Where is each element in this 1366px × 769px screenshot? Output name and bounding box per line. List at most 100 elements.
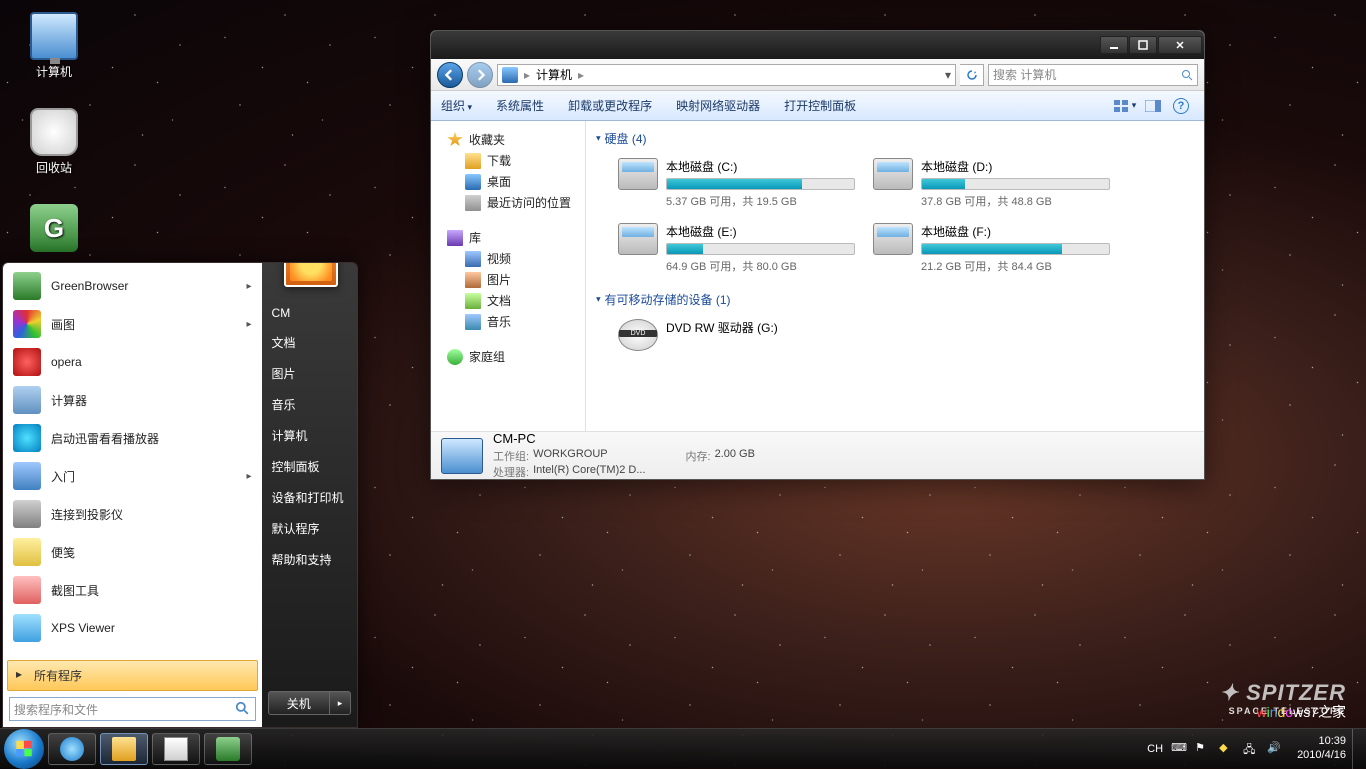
start-place-link[interactable]: 计算机	[262, 420, 357, 451]
libraries-header[interactable]: 库	[435, 227, 581, 248]
start-place-link[interactable]: 设备和打印机	[262, 482, 357, 513]
start-program-item[interactable]: 计算器	[7, 381, 258, 419]
shutdown-options-arrow[interactable]: ▸	[330, 698, 350, 709]
start-place-link[interactable]: 帮助和支持	[262, 544, 357, 575]
breadcrumb-sep-icon: ▸	[524, 68, 530, 82]
nav-music[interactable]: 音乐	[435, 311, 581, 332]
clock-date: 2010/4/16	[1297, 749, 1346, 762]
nav-recent[interactable]: 最近访问的位置	[435, 192, 581, 213]
section-header-hdd[interactable]: 硬盘 (4)	[596, 127, 1194, 150]
desktop-icon-computer[interactable]: 计算机	[16, 12, 92, 80]
taskbar: CH ⌨ ⚑ ◆ 🖧 🔊 10:39 2010/4/16	[0, 728, 1366, 768]
window-titlebar[interactable]	[431, 31, 1204, 59]
start-place-link[interactable]: CM	[262, 299, 357, 327]
drive-item[interactable]: 本地磁盘 (F:) 21.2 GB 可用，共 84.4 GB	[869, 219, 1114, 278]
start-button[interactable]	[4, 729, 44, 769]
maximize-button[interactable]	[1129, 36, 1157, 54]
hard-drive-icon	[873, 223, 913, 255]
volume-tray-icon[interactable]: 🔊	[1267, 741, 1283, 757]
show-desktop-button[interactable]	[1352, 729, 1362, 769]
nav-documents[interactable]: 文档	[435, 290, 581, 311]
favorites-header[interactable]: 收藏夹	[435, 129, 581, 150]
desktop-icon-recyclebin[interactable]: 回收站	[16, 108, 92, 176]
program-label: 连接到投影仪	[51, 506, 123, 523]
app-tray-icon[interactable]: ◆	[1219, 741, 1235, 757]
taskbar-clock[interactable]: 10:39 2010/4/16	[1297, 735, 1346, 761]
forward-button[interactable]	[467, 62, 493, 88]
start-place-link[interactable]: 控制面板	[262, 451, 357, 482]
drive-item[interactable]: 本地磁盘 (D:) 37.8 GB 可用，共 48.8 GB	[869, 154, 1114, 213]
system-properties-button[interactable]: 系统属性	[496, 97, 544, 114]
search-icon	[1181, 69, 1193, 81]
organize-menu[interactable]: 组织	[441, 97, 472, 114]
start-place-link[interactable]: 默认程序	[262, 513, 357, 544]
drive-item[interactable]: 本地磁盘 (E:) 64.9 GB 可用，共 80.0 GB	[614, 219, 859, 278]
homegroup-header[interactable]: 家庭组	[435, 346, 581, 367]
drive-free-text: 64.9 GB 可用，共 80.0 GB	[666, 258, 855, 274]
program-icon	[13, 576, 41, 604]
desktop-icon-greenbrowser[interactable]	[16, 204, 92, 255]
back-button[interactable]	[437, 62, 463, 88]
nav-videos[interactable]: 视频	[435, 248, 581, 269]
program-icon	[13, 310, 41, 338]
taskbar-greenbrowser[interactable]	[204, 733, 252, 765]
close-button[interactable]	[1158, 36, 1202, 54]
user-avatar[interactable]	[284, 262, 338, 287]
uninstall-programs-button[interactable]: 卸载或更改程序	[568, 97, 652, 114]
nav-desktop[interactable]: 桌面	[435, 171, 581, 192]
open-control-panel-button[interactable]: 打开控制面板	[784, 97, 856, 114]
dvd-drive-icon	[618, 319, 658, 351]
address-bar[interactable]: ▸ 计算机 ▸ ▾	[497, 64, 956, 86]
start-program-item[interactable]: 入门 ▸	[7, 457, 258, 495]
chevron-down-icon[interactable]: ▾	[945, 68, 951, 82]
start-place-link[interactable]: 文档	[262, 327, 357, 358]
start-program-item[interactable]: XPS Viewer	[7, 609, 258, 647]
keyboard-tray-icon[interactable]: ⌨	[1171, 741, 1187, 757]
video-icon	[465, 251, 481, 267]
program-icon	[13, 538, 41, 566]
start-program-item[interactable]: GreenBrowser ▸	[7, 267, 258, 305]
nav-pictures[interactable]: 图片	[435, 269, 581, 290]
start-program-item[interactable]: 截图工具	[7, 571, 258, 609]
desktop-icon-label: 回收站	[16, 159, 92, 176]
start-program-item[interactable]: 画图 ▸	[7, 305, 258, 343]
start-place-link[interactable]: 图片	[262, 358, 357, 389]
preview-pane-button[interactable]	[1140, 95, 1166, 117]
drive-free-text: 5.37 GB 可用，共 19.5 GB	[666, 193, 855, 209]
section-header-removable[interactable]: 有可移动存储的设备 (1)	[596, 288, 1194, 311]
start-menu-places-pane: CM文档图片音乐计算机控制面板设备和打印机默认程序帮助和支持 关机 ▸	[262, 263, 357, 727]
computer-icon	[30, 12, 78, 60]
notepad-icon	[164, 737, 188, 761]
network-tray-icon[interactable]: 🖧	[1243, 741, 1259, 757]
start-place-link[interactable]: 音乐	[262, 389, 357, 420]
start-program-item[interactable]: opera	[7, 343, 258, 381]
shutdown-button[interactable]: 关机 ▸	[268, 691, 351, 715]
nav-downloads[interactable]: 下载	[435, 150, 581, 171]
start-program-item[interactable]: 启动迅雷看看播放器	[7, 419, 258, 457]
ime-indicator[interactable]: CH	[1147, 743, 1163, 755]
capacity-bar	[921, 243, 1110, 255]
start-program-item[interactable]: 连接到投影仪	[7, 495, 258, 533]
drive-label: 本地磁盘 (C:)	[666, 158, 855, 175]
computer-thumb-icon	[441, 438, 483, 474]
all-programs-button[interactable]: 所有程序	[7, 660, 258, 691]
action-center-icon[interactable]: ⚑	[1195, 741, 1211, 757]
start-search-input[interactable]: 搜索程序和文件	[9, 697, 256, 721]
refresh-button[interactable]	[960, 64, 984, 86]
minimize-button[interactable]	[1100, 36, 1128, 54]
program-label: 画图	[51, 316, 75, 333]
taskbar-ie[interactable]	[48, 733, 96, 765]
computer-small-icon	[502, 67, 518, 83]
drive-free-text: 37.8 GB 可用，共 48.8 GB	[921, 193, 1110, 209]
taskbar-notepad[interactable]	[152, 733, 200, 765]
search-input[interactable]: 搜索 计算机	[988, 64, 1198, 86]
map-network-drive-button[interactable]: 映射网络驱动器	[676, 97, 760, 114]
help-button[interactable]: ?	[1168, 95, 1194, 117]
drive-item[interactable]: 本地磁盘 (C:) 5.37 GB 可用，共 19.5 GB	[614, 154, 859, 213]
hard-drive-icon	[873, 158, 913, 190]
drive-dvd[interactable]: DVD RW 驱动器 (G:)	[614, 315, 859, 355]
breadcrumb[interactable]: 计算机	[536, 66, 572, 83]
view-options-button[interactable]: ▾	[1112, 95, 1138, 117]
taskbar-explorer[interactable]	[100, 733, 148, 765]
start-program-item[interactable]: 便笺	[7, 533, 258, 571]
